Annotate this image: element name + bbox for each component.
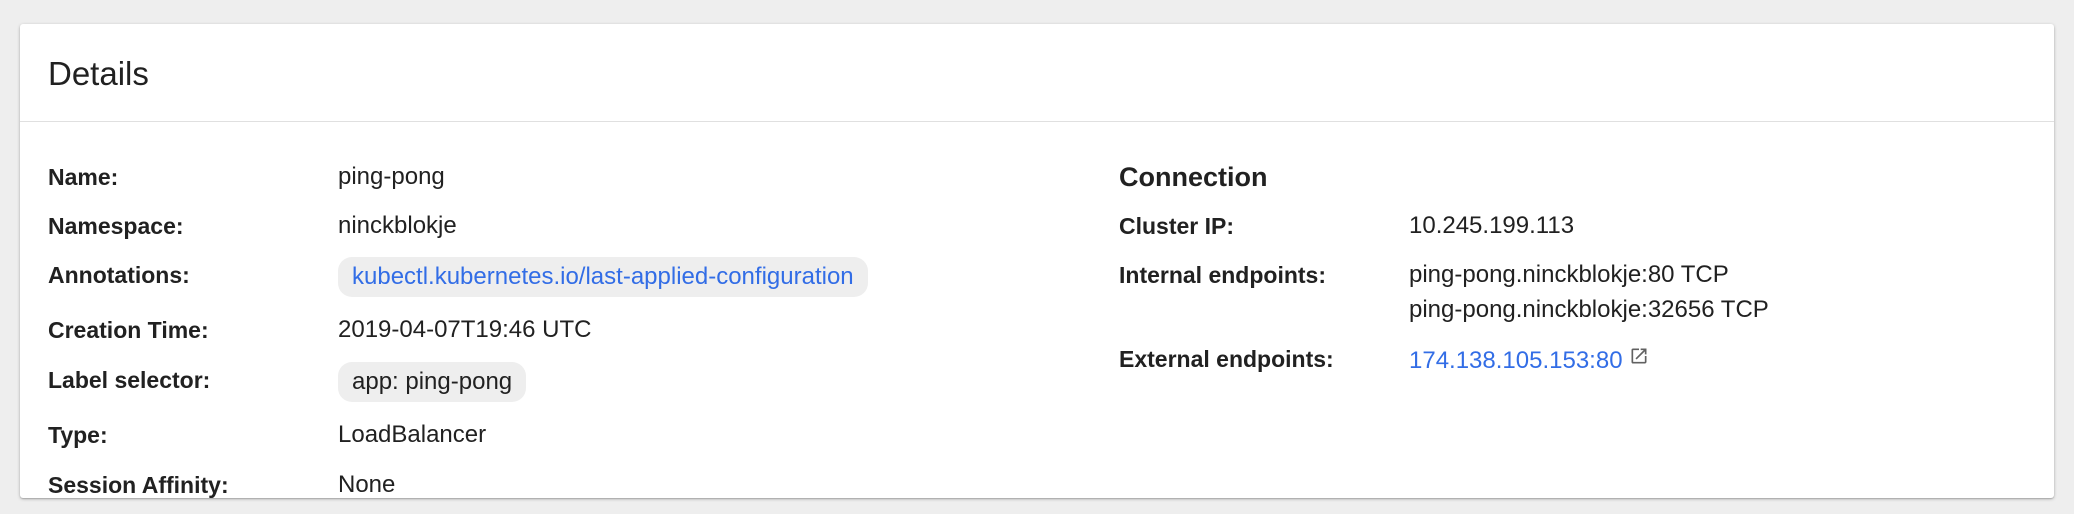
external-endpoints-label: External endpoints: — [1119, 346, 1334, 372]
cluster-ip-value: 10.245.199.113 — [1409, 212, 1575, 239]
namespace-label: Namespace: — [48, 213, 184, 239]
annotation-chip[interactable]: kubectl.kubernetes.io/last-applied-confi… — [338, 257, 868, 297]
type-label: Type: — [48, 422, 108, 448]
name-value: ping-pong — [338, 163, 445, 190]
open-in-new-icon[interactable] — [1629, 344, 1649, 374]
label-selector-label: Label selector: — [48, 367, 211, 393]
external-endpoints-value: 174.138.105.153:80 — [1409, 346, 1649, 376]
session-affinity-value: None — [338, 471, 396, 498]
external-endpoint-link[interactable]: 174.138.105.153:80 — [1409, 347, 1623, 374]
connection-title: Connection — [1119, 162, 1268, 192]
annotations-label: Annotations: — [48, 262, 190, 288]
session-affinity-label: Session Affinity: — [48, 472, 229, 498]
internal-endpoint-2: ping-pong.ninckblokje:32656 TCP — [1409, 296, 1769, 323]
details-card: Details Name: ping-pong Namespace: ninck… — [20, 24, 2054, 498]
label-selector-chip: app: ping-pong — [338, 362, 527, 402]
creation-time-label: Creation Time: — [48, 317, 209, 343]
name-label: Name: — [48, 164, 119, 190]
annotations-value: kubectl.kubernetes.io/last-applied-confi… — [338, 257, 868, 297]
creation-time-value: 2019-04-07T19:46 UTC — [338, 316, 592, 343]
type-value: LoadBalancer — [338, 421, 487, 448]
internal-endpoint-1: ping-pong.ninckblokje:80 TCP — [1409, 261, 1729, 288]
internal-endpoints-label: Internal endpoints: — [1119, 262, 1326, 288]
label-selector-value: app: ping-pong — [338, 362, 527, 402]
namespace-value: ninckblokje — [338, 212, 457, 239]
cluster-ip-label: Cluster IP: — [1119, 213, 1235, 239]
card-header: Details — [20, 24, 2054, 122]
card-title: Details — [48, 55, 149, 92]
